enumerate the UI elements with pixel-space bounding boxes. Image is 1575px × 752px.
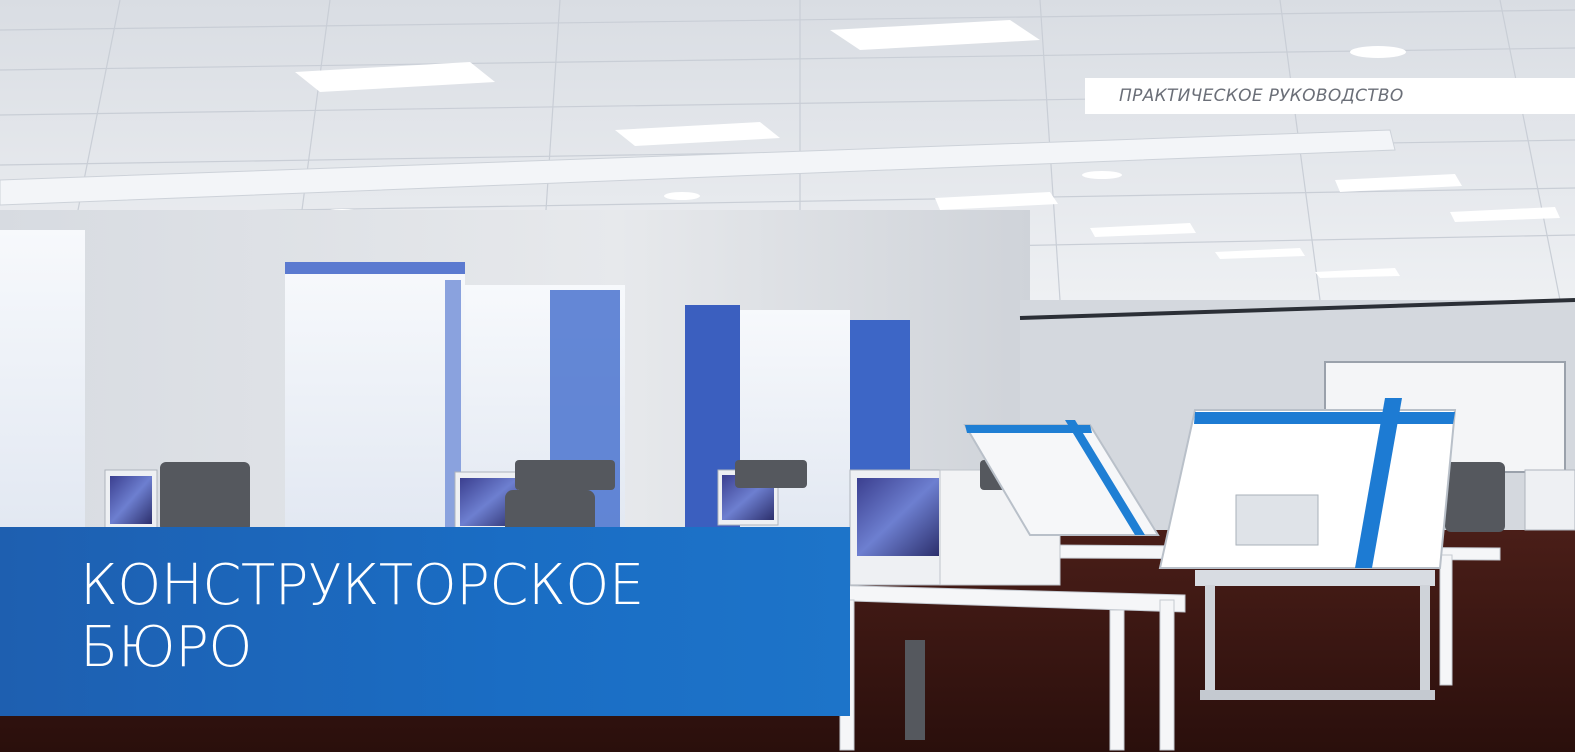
title-line-2: БЮРО xyxy=(80,615,253,680)
title-panel: КОНСТРУКТОРСКОЕ БЮРО xyxy=(0,527,850,716)
title-line-1: КОНСТРУКТОРСКОЕ xyxy=(80,553,644,618)
subtitle-tag: ПРАКТИЧЕСКОЕ РУКОВОДСТВО xyxy=(1085,78,1575,114)
